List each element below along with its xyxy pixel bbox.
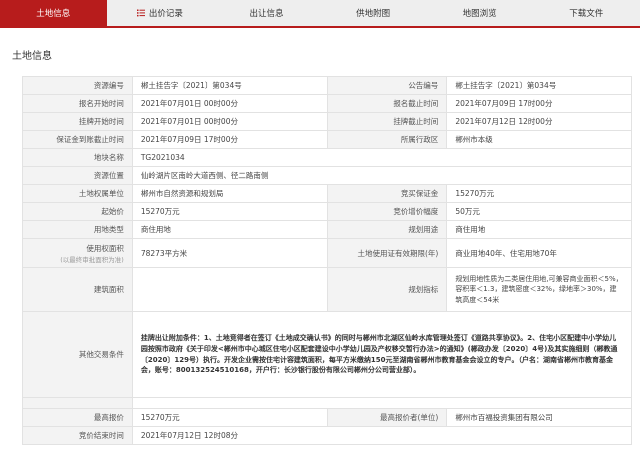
tab-supply-maps[interactable]: 供地附图 <box>320 0 427 26</box>
field-label: 所属行政区 <box>327 131 448 149</box>
field-value: 郴土挂告字〔2021〕第034号 <box>132 77 328 95</box>
tab-label: 土地信息 <box>36 9 71 19</box>
field-value <box>132 398 632 409</box>
table-row: 最高报价 15270万元 最高报价者(单位) 郴州市百福投资集团有限公司 <box>23 409 632 427</box>
field-label: 地块名称 <box>23 149 133 167</box>
table-row: 使用权面积 (以最终审批面积为准) 78273平方米 土地使用证有效期限(年) … <box>23 239 632 268</box>
field-value: 15270万元 <box>447 185 632 203</box>
table-row: 其他交易条件 挂牌出让附加条件：1、土地竞得者在签订《土地成交确认书》的同时与郴… <box>23 312 632 398</box>
field-value: 商住用地 <box>447 221 632 239</box>
table-row: 保证金到账截止时间 2021年07月09日 17时00分 所属行政区 郴州市本级 <box>23 131 632 149</box>
tab-bid-records[interactable]: 出价记录 <box>107 0 214 26</box>
field-value: 2021年07月12日 12时08分 <box>132 427 632 445</box>
plan-index-value: 规划用地性质为二类居住用地,可兼容商业面积＜5%，容积率＜1.3，建筑密度＜32… <box>447 268 632 312</box>
field-label: 其他交易条件 <box>23 312 133 398</box>
field-label: 报名截止时间 <box>327 95 448 113</box>
table-row: 竞价结束时间 2021年07月12日 12时08分 <box>23 427 632 445</box>
field-label: 公告编号 <box>327 77 448 95</box>
other-conditions-value: 挂牌出让附加条件：1、土地竞得者在签订《土地成交确认书》的同时与郴州市北湖区仙岭… <box>132 312 632 398</box>
field-label: 资源编号 <box>23 77 133 95</box>
tab-map-browse[interactable]: 地图浏览 <box>426 0 533 26</box>
table-row: 用地类型 商住用地 规划用途 商住用地 <box>23 221 632 239</box>
tab-transfer-info[interactable]: 出让信息 <box>213 0 320 26</box>
field-value: 郴州市自然资源和规划局 <box>132 185 328 203</box>
table-row: 土地权属单位 郴州市自然资源和规划局 竞买保证金 15270万元 <box>23 185 632 203</box>
field-label: 保证金到账截止时间 <box>23 131 133 149</box>
field-value: 商业用地40年、住宅用地70年 <box>447 239 632 268</box>
field-label: 用地类型 <box>23 221 133 239</box>
field-label: 最高报价者(单位) <box>327 409 448 427</box>
area-label: 使用权面积 <box>86 243 124 253</box>
table-row: 资源位置 仙岭湖片区南岭大道西侧、径二路南侧 <box>23 167 632 185</box>
field-label: 挂牌开始时间 <box>23 113 133 131</box>
field-label: 资源位置 <box>23 167 133 185</box>
area-sublabel: (以最终审批面积为准) <box>60 255 124 264</box>
table-row: 报名开始时间 2021年07月01日 00时00分 报名截止时间 2021年07… <box>23 95 632 113</box>
field-value <box>132 268 328 312</box>
field-label: 规划用途 <box>327 221 448 239</box>
field-value: 78273平方米 <box>132 239 328 268</box>
field-value: 15270万元 <box>132 203 328 221</box>
field-label: 竞价增价幅度 <box>327 203 448 221</box>
list-icon <box>136 9 145 17</box>
field-label: 使用权面积 (以最终审批面积为准) <box>23 239 133 268</box>
field-value: 2021年07月12日 12时00分 <box>447 113 632 131</box>
field-value: TG2021034 <box>132 149 632 167</box>
tab-land-info[interactable]: 土地信息 <box>0 0 107 26</box>
field-label <box>23 398 133 409</box>
field-label: 最高报价 <box>23 409 133 427</box>
tab-label: 下载文件 <box>569 9 604 19</box>
tab-label: 供地附图 <box>356 9 391 19</box>
tab-label: 地图浏览 <box>462 9 497 19</box>
field-value: 仙岭湖片区南岭大道西侧、径二路南侧 <box>132 167 632 185</box>
table-row: 挂牌开始时间 2021年07月01日 00时00分 挂牌截止时间 2021年07… <box>23 113 632 131</box>
tab-label: 出价记录 <box>148 9 183 19</box>
field-label: 土地使用证有效期限(年) <box>327 239 448 268</box>
field-label: 报名开始时间 <box>23 95 133 113</box>
field-value: 郴土挂告字〔2021〕第034号 <box>447 77 632 95</box>
field-value: 15270万元 <box>132 409 328 427</box>
table-row: 起始价 15270万元 竞价增价幅度 50万元 <box>23 203 632 221</box>
field-label: 竞买保证金 <box>327 185 448 203</box>
tab-label: 出让信息 <box>249 9 284 19</box>
field-value: 2021年07月09日 17时00分 <box>132 131 328 149</box>
field-label: 挂牌截止时间 <box>327 113 448 131</box>
field-value: 郴州市百福投资集团有限公司 <box>447 409 632 427</box>
table-row: 建筑面积 规划指标 规划用地性质为二类居住用地,可兼容商业面积＜5%，容积率＜1… <box>23 268 632 312</box>
field-value: 2021年07月01日 00时00分 <box>132 113 328 131</box>
section-title: 土地信息 <box>12 50 52 62</box>
field-value: 2021年07月01日 00时00分 <box>132 95 328 113</box>
field-label: 建筑面积 <box>23 268 133 312</box>
field-value: 商住用地 <box>132 221 328 239</box>
field-label: 土地权属单位 <box>23 185 133 203</box>
field-label: 起始价 <box>23 203 133 221</box>
label-stack: 使用权面积 (以最终审批面积为准) <box>60 243 124 264</box>
field-value: 2021年07月09日 17时00分 <box>447 95 632 113</box>
tab-bar: 土地信息 出价记录 出让信息 供地附图 地图浏览 下载文件 <box>0 0 640 28</box>
table-row: 地块名称 TG2021034 <box>23 149 632 167</box>
tab-download-files[interactable]: 下载文件 <box>533 0 640 26</box>
land-info-table: 资源编号 郴土挂告字〔2021〕第034号 公告编号 郴土挂告字〔2021〕第0… <box>22 76 632 445</box>
table-row: 资源编号 郴土挂告字〔2021〕第034号 公告编号 郴土挂告字〔2021〕第0… <box>23 77 632 95</box>
field-value: 50万元 <box>447 203 632 221</box>
table-row-spacer <box>23 398 632 409</box>
field-label: 竞价结束时间 <box>23 427 133 445</box>
field-value: 郴州市本级 <box>447 131 632 149</box>
field-label: 规划指标 <box>327 268 448 312</box>
